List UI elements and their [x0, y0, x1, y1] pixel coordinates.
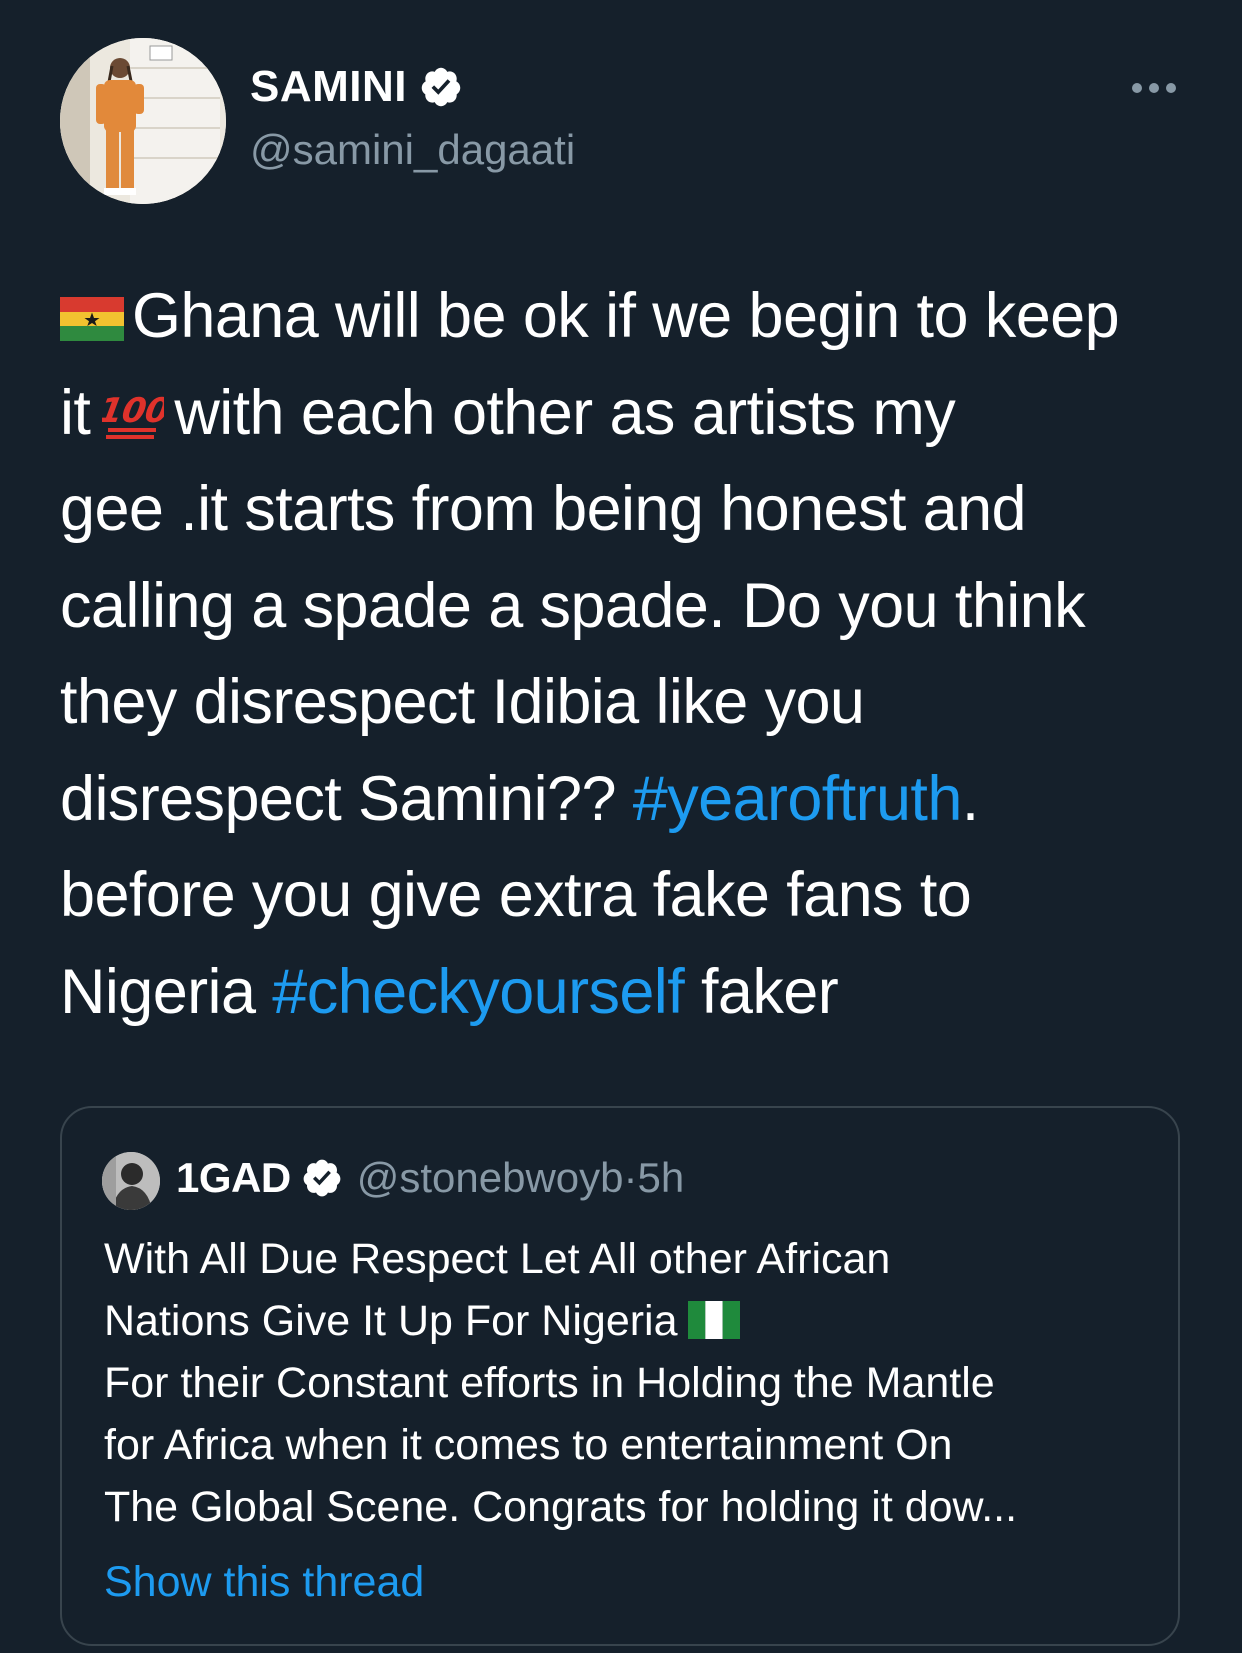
show-thread-link[interactable]: Show this thread	[104, 1558, 424, 1607]
quoted-header: 1GAD @stonebwoyb · 5h	[176, 1154, 684, 1202]
quoted-author-handle[interactable]: @stonebwoyb	[357, 1154, 624, 1202]
tweet-line: calling a spade a spade. Do you think	[60, 570, 1086, 641]
tweet-line: disrespect Samini?? #yearoftruth.	[60, 751, 1200, 848]
quoted-line: for Africa when it comes to entertainmen…	[104, 1421, 953, 1469]
tweet: SAMINI @samini_dagaati Ghana will be ok …	[0, 0, 1242, 1653]
tweet-line: before you give extra fake fans to	[60, 860, 972, 930]
dot	[1132, 83, 1142, 93]
tweet-line: gee .it starts from being honest and	[60, 474, 1027, 544]
dot	[1149, 83, 1159, 93]
tweet-line-text: Nigeria	[60, 956, 273, 1027]
svg-text:100: 100	[102, 391, 164, 431]
quoted-author-avatar[interactable]	[102, 1152, 160, 1210]
hashtag-link[interactable]: #yearoftruth	[633, 764, 963, 834]
quoted-author-name[interactable]: 1GAD	[176, 1154, 291, 1202]
tweet-line: it 100 with each other as artists my	[60, 365, 1200, 462]
quoted-tweet[interactable]: 1GAD @stonebwoyb · 5h With All Due Respe…	[60, 1106, 1180, 1646]
tweet-line-text: .	[961, 763, 980, 834]
tweet-line: they disrespect Idibia like you	[60, 667, 865, 737]
tweet-text: Ghana will be ok if we begin to keep it …	[60, 268, 1200, 1040]
author-name-text: SAMINI	[250, 62, 407, 111]
meta-separator: ·	[623, 1154, 638, 1201]
quoted-line: Nations Give It Up For Nigeria	[104, 1290, 1164, 1352]
quoted-line: For their Constant efforts in Holding th…	[104, 1359, 995, 1407]
verified-badge-icon	[303, 1159, 341, 1197]
hundred-points-icon: 100	[102, 391, 164, 439]
author-avatar[interactable]	[60, 38, 226, 204]
quoted-line: The Global Scene. Congrats for holding i…	[104, 1483, 1018, 1531]
dot	[1166, 83, 1176, 93]
nigeria-flag-icon	[687, 1301, 740, 1339]
more-options-icon[interactable]	[1132, 78, 1178, 98]
quoted-timestamp[interactable]: 5h	[638, 1154, 685, 1202]
tweet-line-text: with each other as artists my	[174, 377, 956, 448]
ghana-flag-icon	[60, 297, 124, 341]
verified-badge-icon	[421, 67, 461, 107]
author-handle[interactable]: @samini_dagaati	[250, 126, 575, 174]
hashtag-link[interactable]: #checkyourself	[272, 957, 684, 1027]
quoted-line-text: Nations Give It Up For Nigeria	[104, 1297, 678, 1345]
tweet-line: Ghana will be ok if we begin to keep	[60, 268, 1200, 365]
tweet-line-text: disrespect Samini??	[60, 763, 633, 834]
author-name[interactable]: SAMINI	[250, 62, 463, 112]
tweet-line-text: faker	[684, 956, 839, 1027]
tweet-line-text: Ghana will be ok if we begin to keep	[132, 281, 1120, 351]
tweet-line-text: it	[60, 377, 91, 448]
tweet-line: Nigeria #checkyourself faker	[60, 944, 1200, 1041]
quoted-text: With All Due Respect Let All other Afric…	[104, 1228, 1164, 1538]
quoted-line: With All Due Respect Let All other Afric…	[104, 1235, 891, 1283]
